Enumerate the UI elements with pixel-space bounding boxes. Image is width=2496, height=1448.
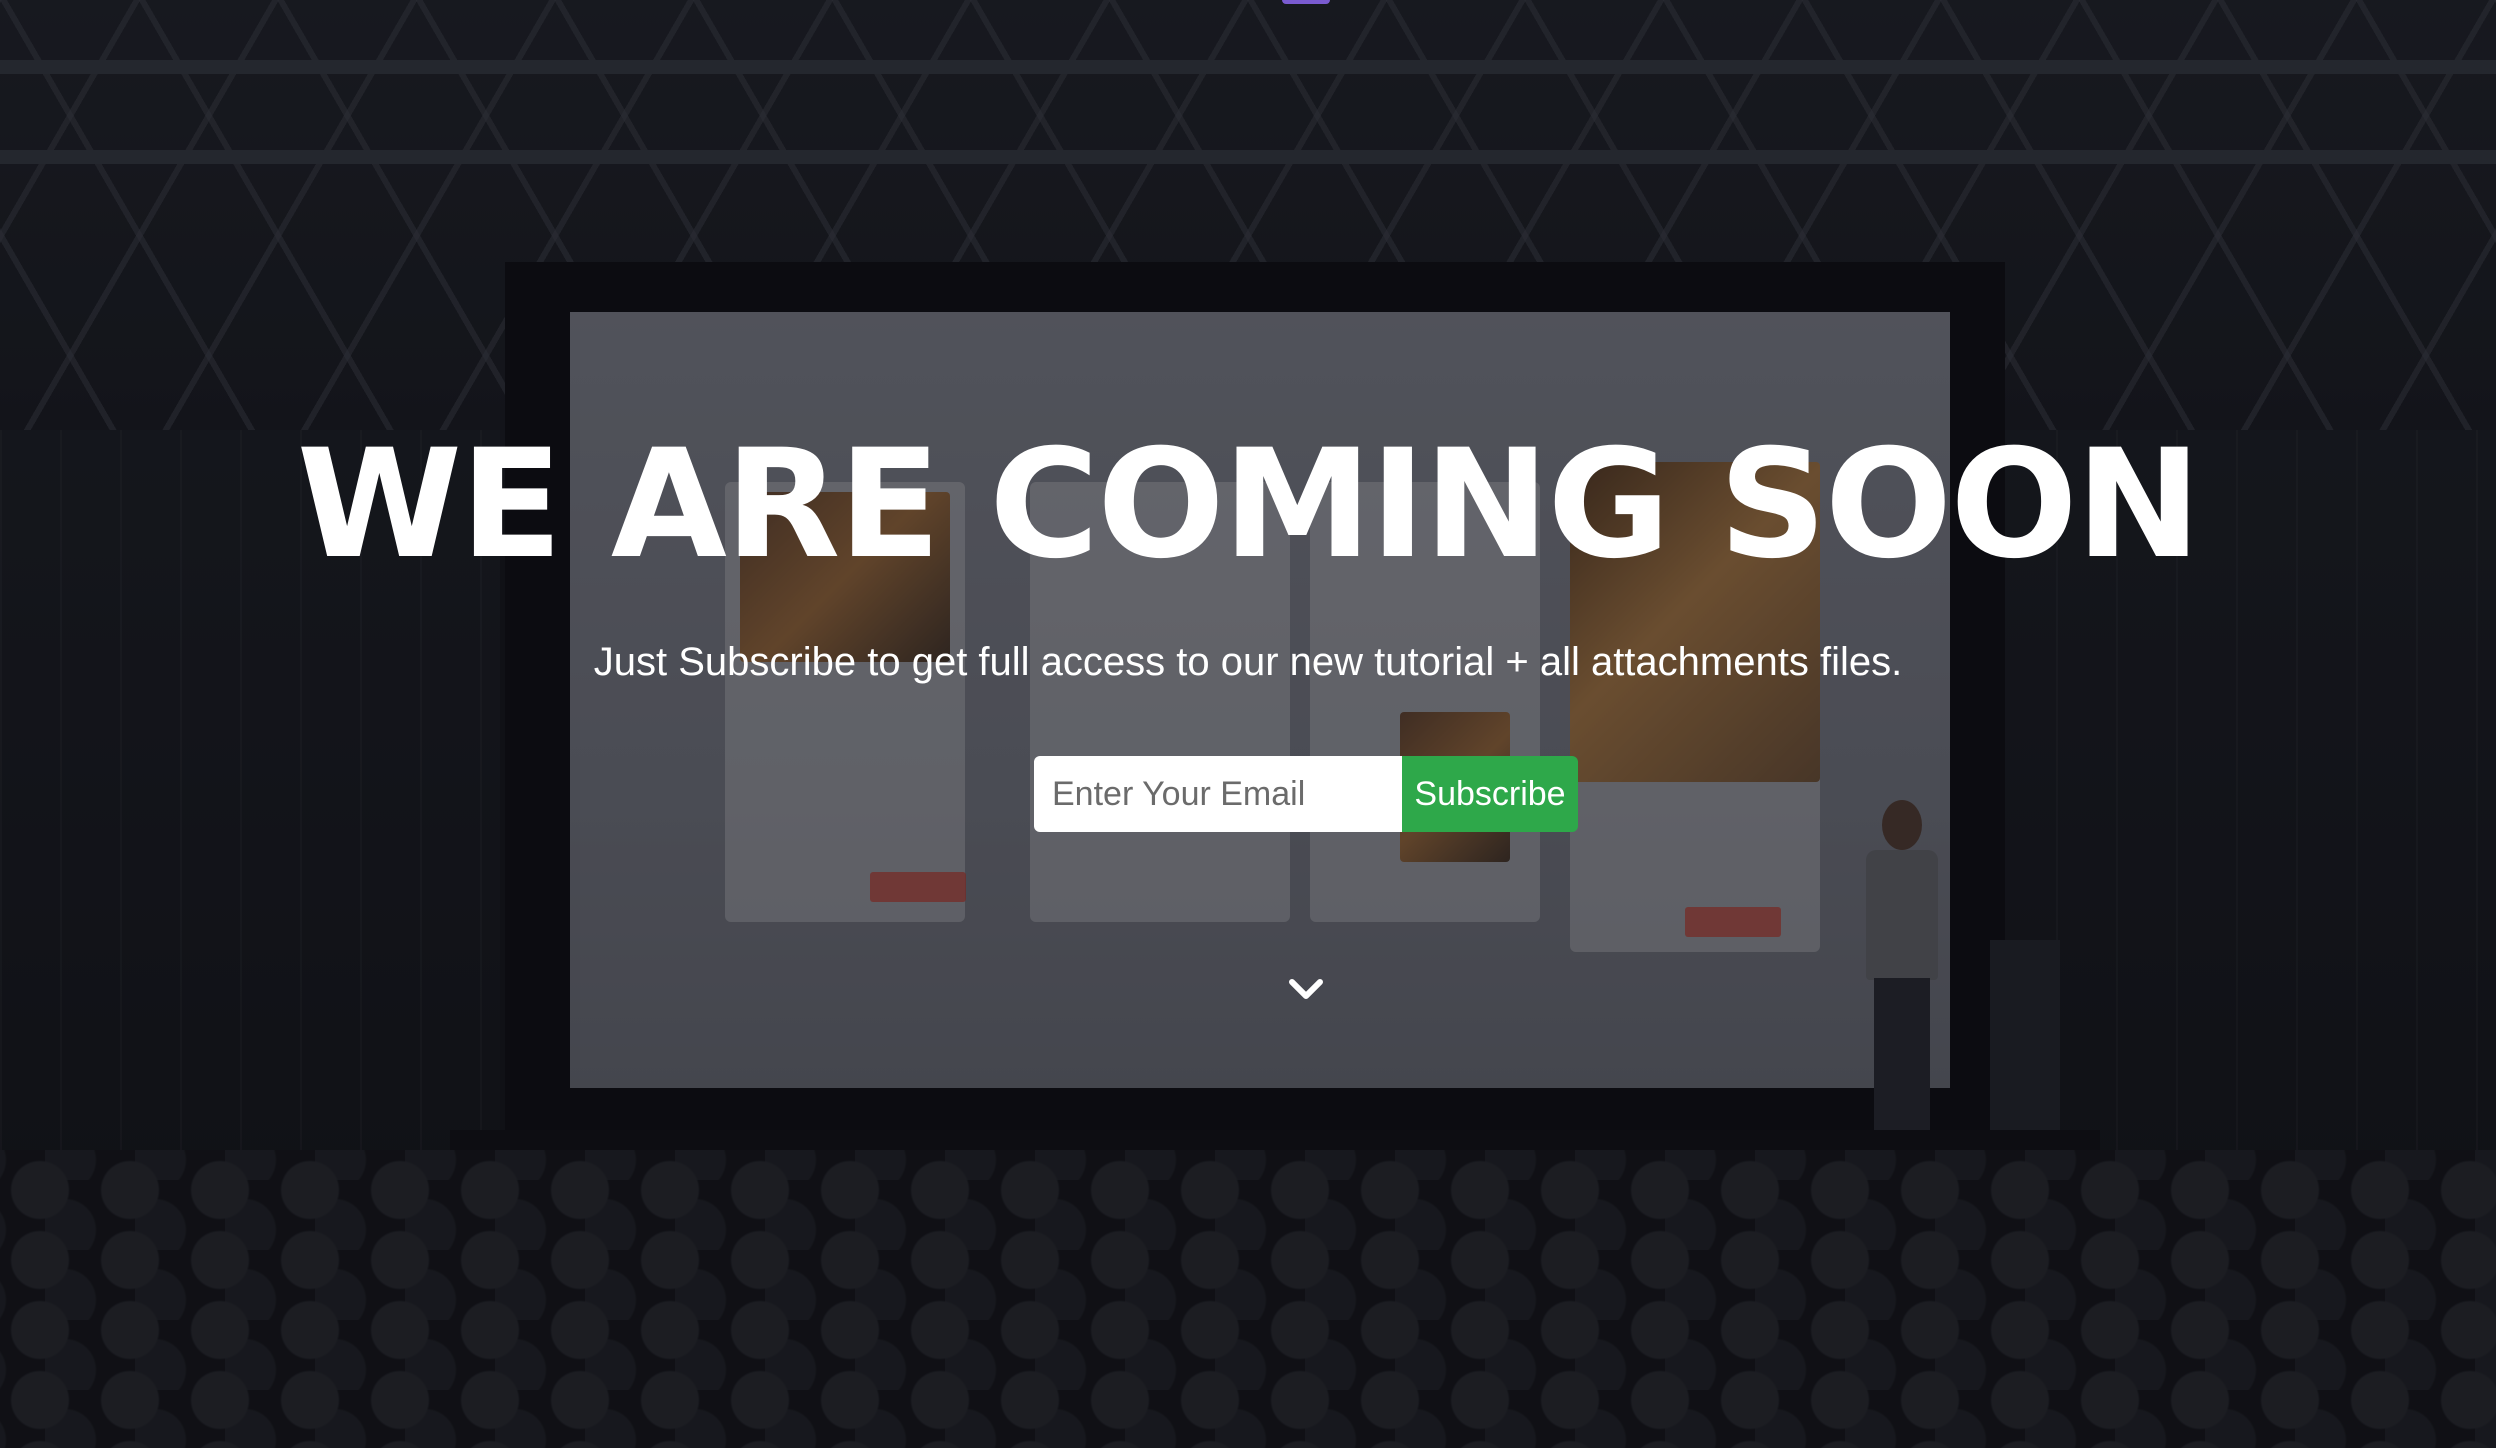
subscribe-button[interactable]: Subscribe xyxy=(1402,756,1578,832)
page-title: WE ARE COMING SOON xyxy=(296,418,2202,592)
page-subtitle: Just Subscribe to get full access to our… xyxy=(593,640,1903,684)
subscribe-form: Subscribe xyxy=(1034,756,1578,832)
chevron-down-icon[interactable] xyxy=(1286,970,1326,1010)
coming-soon-page: WE ARE COMING SOON Just Subscribe to get… xyxy=(0,0,2496,1448)
hero-section: WE ARE COMING SOON Just Subscribe to get… xyxy=(0,0,2496,1448)
email-input[interactable] xyxy=(1034,756,1402,832)
